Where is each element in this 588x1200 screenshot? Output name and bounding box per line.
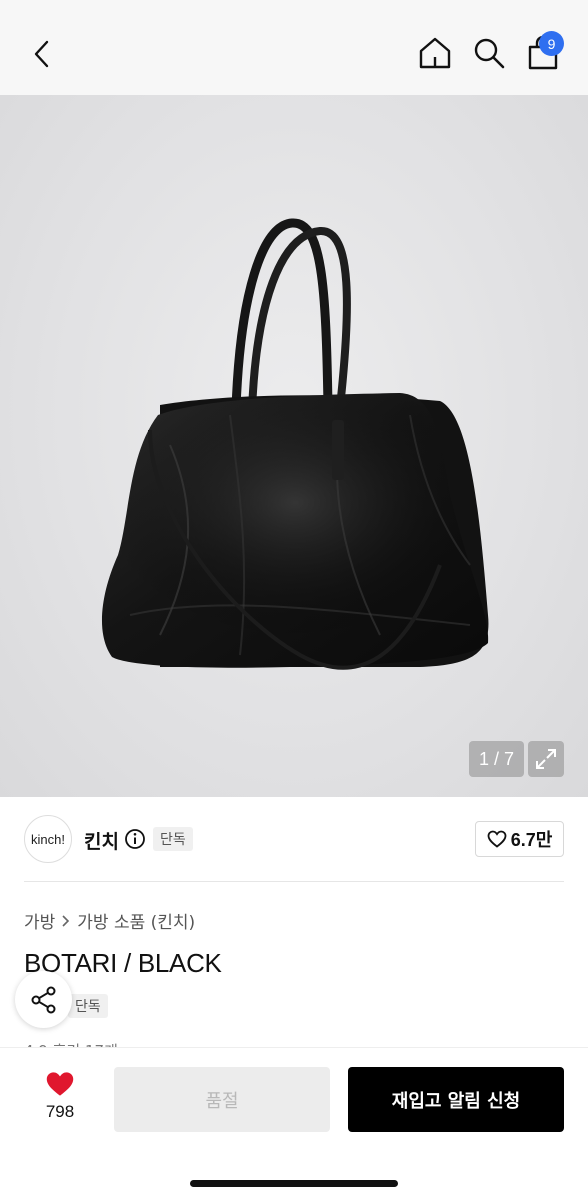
home-button[interactable]: [414, 32, 456, 74]
heart-outline-icon: [487, 830, 507, 848]
brand-logo[interactable]: kinch!: [24, 815, 72, 863]
back-button[interactable]: [22, 34, 62, 74]
brand-row: kinch! 킨치 단독 6.7만: [0, 797, 588, 881]
soldout-button: 품절: [114, 1067, 330, 1132]
search-icon: [474, 38, 505, 69]
share-icon: [31, 986, 55, 1013]
info-icon[interactable]: [124, 828, 146, 850]
wish-count: 798: [45, 1102, 75, 1121]
brand-like-button[interactable]: 6.7만: [475, 821, 564, 857]
restock-alert-button[interactable]: 재입고 알림 신청: [348, 1067, 564, 1132]
brand-name[interactable]: 킨치: [84, 827, 119, 854]
chevron-left-icon: [34, 40, 49, 68]
home-indicator: [190, 1180, 398, 1187]
breadcrumb-item-accessories[interactable]: 가방 소품 (킨치): [77, 908, 195, 933]
product-exclusive-badge: 단독: [68, 994, 108, 1018]
breadcrumb: 가방 가방 소품 (킨치): [24, 908, 195, 933]
breadcrumb-item-bag[interactable]: 가방: [24, 908, 55, 933]
home-icon: [419, 37, 451, 69]
heart-filled-icon: [46, 1072, 74, 1096]
expand-icon: [536, 749, 556, 769]
cart-count-badge: 9: [539, 31, 564, 56]
share-button[interactable]: [15, 971, 72, 1028]
expand-image-button[interactable]: [528, 741, 564, 777]
product-image[interactable]: [0, 95, 588, 797]
exclusive-badge: 단독: [153, 827, 193, 851]
chevron-right-icon: [62, 914, 70, 927]
image-counter: 1 / 7: [469, 741, 524, 777]
tote-bag-image: [101, 218, 489, 670]
bottom-action-bar: 798 품절 재입고 알림 신청: [0, 1047, 588, 1200]
wish-button[interactable]: 798: [36, 1070, 84, 1122]
brand-like-count: 6.7만: [510, 830, 553, 850]
search-button[interactable]: [468, 32, 510, 74]
divider: [24, 881, 564, 882]
